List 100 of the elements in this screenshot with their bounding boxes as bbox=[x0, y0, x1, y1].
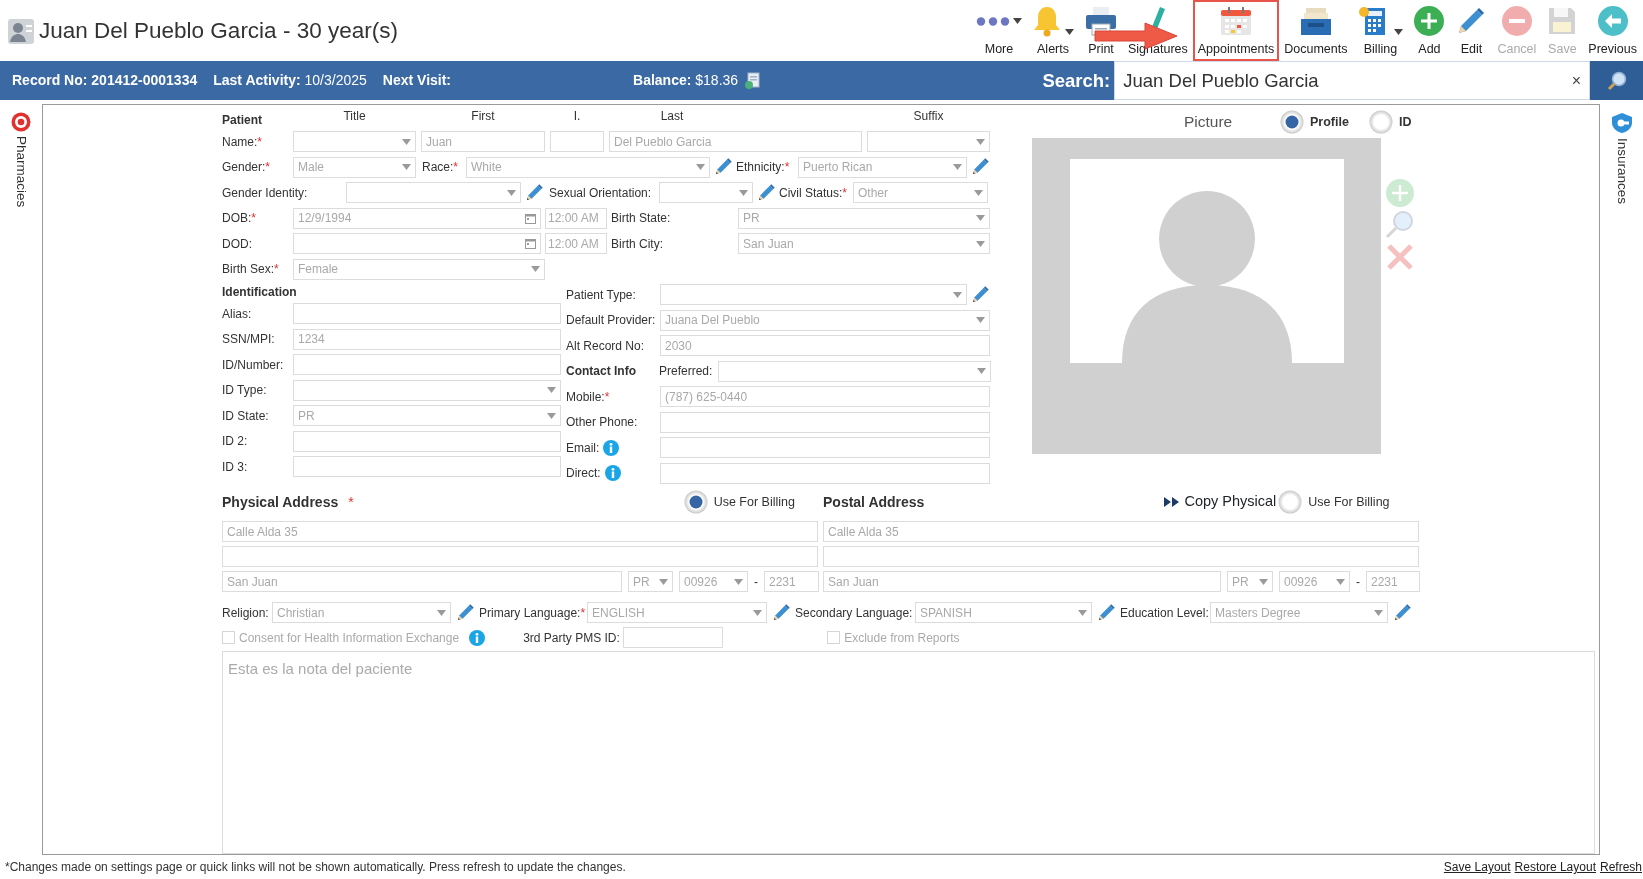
search-field[interactable]: Juan Del Pueblo Garcia × bbox=[1114, 61, 1591, 100]
select-field[interactable]: SPANISH bbox=[915, 602, 1092, 623]
bell-icon bbox=[1032, 5, 1062, 37]
column-heading: I. bbox=[572, 108, 582, 125]
footer-link[interactable]: Restore Layout bbox=[1514, 860, 1596, 874]
info-icon[interactable] bbox=[603, 439, 620, 456]
select-field[interactable]: Puerto Rican bbox=[798, 156, 967, 178]
select-field[interactable]: 00926 bbox=[679, 571, 748, 592]
side-tab[interactable]: Pharmacies bbox=[10, 136, 32, 208]
add-icon[interactable] bbox=[1385, 178, 1415, 208]
field-label: Birth City: bbox=[611, 235, 664, 253]
date-field[interactable] bbox=[293, 233, 541, 255]
field-label: DOD: bbox=[222, 235, 253, 253]
side-tab[interactable]: Insurances bbox=[1611, 138, 1632, 205]
checkbox[interactable] bbox=[222, 631, 235, 644]
select-field[interactable]: Masters Degree bbox=[1210, 602, 1388, 623]
section-heading: Patient bbox=[222, 112, 263, 129]
caret-icon bbox=[547, 387, 556, 394]
date-field[interactable]: 12/9/1994 bbox=[293, 207, 541, 229]
separator: - bbox=[754, 573, 758, 591]
pencil-icon[interactable] bbox=[970, 284, 990, 305]
toolbar-button[interactable]: Edit bbox=[1450, 0, 1493, 61]
pencil-icon[interactable] bbox=[455, 602, 475, 623]
dropdown-caret-icon bbox=[1065, 29, 1074, 35]
clear-button[interactable]: × bbox=[1571, 68, 1582, 93]
field-label: 3rd Party PMS ID: bbox=[523, 629, 621, 647]
field-label: Name:* bbox=[222, 133, 263, 151]
select-field[interactable]: 00926 bbox=[1279, 571, 1350, 592]
select-field[interactable]: Juana Del Pueblo bbox=[660, 309, 990, 331]
search-label: Search: bbox=[1042, 68, 1112, 93]
select-field[interactable]: White bbox=[466, 156, 710, 178]
copy-button[interactable]: Copy Physical bbox=[1164, 491, 1277, 513]
field-label: Other Phone: bbox=[566, 414, 639, 432]
select-field[interactable]: PR bbox=[628, 571, 673, 592]
pencil-icon[interactable] bbox=[524, 182, 544, 203]
pencil-icon[interactable] bbox=[1096, 602, 1116, 623]
select-field[interactable] bbox=[346, 182, 521, 204]
pencil-icon[interactable] bbox=[771, 602, 791, 623]
picture-label: Picture bbox=[1184, 112, 1234, 133]
select-field[interactable]: Female bbox=[293, 258, 545, 280]
select-field[interactable]: San Juan bbox=[738, 233, 990, 255]
radio-button[interactable] bbox=[1278, 490, 1303, 514]
footer-link[interactable]: Save Layout bbox=[1443, 860, 1511, 874]
checkbox-label: Consent for Health Information Exchange bbox=[239, 629, 460, 647]
select-field[interactable] bbox=[659, 182, 753, 204]
radio-button[interactable] bbox=[683, 490, 708, 514]
field-label: ID 2: bbox=[222, 433, 249, 451]
checkbox[interactable] bbox=[827, 631, 841, 644]
select-field[interactable]: Male bbox=[293, 156, 416, 178]
select-field[interactable]: Christian bbox=[272, 602, 451, 623]
select-field[interactable]: PR bbox=[738, 207, 990, 229]
minus-icon bbox=[1500, 5, 1533, 37]
zoom-icon[interactable] bbox=[1385, 210, 1415, 240]
caret-icon bbox=[953, 291, 962, 298]
caret-icon bbox=[1078, 609, 1087, 616]
insurance-icon[interactable] bbox=[1609, 112, 1634, 134]
toolbar-button[interactable]: Documents bbox=[1279, 0, 1353, 61]
footer-link[interactable]: Refresh bbox=[1599, 860, 1642, 874]
toolbar-button[interactable]: More bbox=[971, 0, 1027, 61]
search-icon bbox=[1605, 69, 1628, 92]
field-label: Birth Sex:* bbox=[222, 261, 280, 279]
pencil-icon[interactable] bbox=[1392, 602, 1412, 623]
field-label: Default Provider: bbox=[566, 312, 657, 330]
field-label: ID Type: bbox=[222, 382, 268, 400]
select-field[interactable] bbox=[660, 284, 967, 306]
toolbar-button[interactable]: Billing bbox=[1352, 0, 1409, 61]
column-heading: Last bbox=[659, 108, 685, 125]
select-field[interactable]: PR bbox=[1227, 571, 1273, 592]
select-field[interactable]: PR bbox=[293, 405, 561, 427]
field-label: DOB:* bbox=[222, 210, 257, 228]
select-field[interactable] bbox=[867, 131, 990, 153]
info-icon[interactable] bbox=[469, 629, 486, 646]
select-field[interactable]: Other bbox=[853, 182, 988, 204]
billing-document-icon[interactable] bbox=[744, 71, 761, 90]
pharmacy-icon[interactable] bbox=[11, 112, 31, 132]
radio-label: ID bbox=[1398, 113, 1412, 131]
field-label: Sexual Orientation: bbox=[549, 184, 653, 202]
patient-title: Juan Del Pueblo Garcia - 30 year(s) bbox=[39, 16, 398, 45]
select-field[interactable] bbox=[718, 360, 991, 382]
select-field[interactable]: ENGLISH bbox=[587, 602, 767, 623]
radio-button[interactable] bbox=[1280, 110, 1304, 134]
select-field[interactable] bbox=[293, 131, 416, 153]
caret-icon bbox=[507, 189, 516, 196]
caret-icon bbox=[1259, 578, 1268, 585]
select-field[interactable] bbox=[293, 379, 561, 401]
info-icon[interactable] bbox=[604, 465, 621, 482]
pencil-icon[interactable] bbox=[756, 182, 776, 203]
delete-icon[interactable] bbox=[1385, 242, 1415, 272]
radio-button[interactable] bbox=[1368, 110, 1393, 134]
last-activity: Last Activity: 10/3/2025 bbox=[213, 71, 367, 90]
dropdown-caret-icon bbox=[1013, 18, 1022, 24]
toolbar-button[interactable]: Add bbox=[1408, 0, 1451, 61]
field-label: Gender:* bbox=[222, 159, 272, 177]
balance: Balance: $18.36 bbox=[633, 71, 739, 90]
search-button[interactable] bbox=[1590, 61, 1643, 100]
toolbar-button[interactable]: Previous bbox=[1583, 0, 1642, 61]
caret-icon bbox=[976, 215, 985, 222]
toolbar-button[interactable]: Alerts bbox=[1027, 0, 1079, 61]
calendar-icon bbox=[1219, 5, 1253, 37]
checkbox-label: Exclude from Reports bbox=[844, 629, 960, 647]
